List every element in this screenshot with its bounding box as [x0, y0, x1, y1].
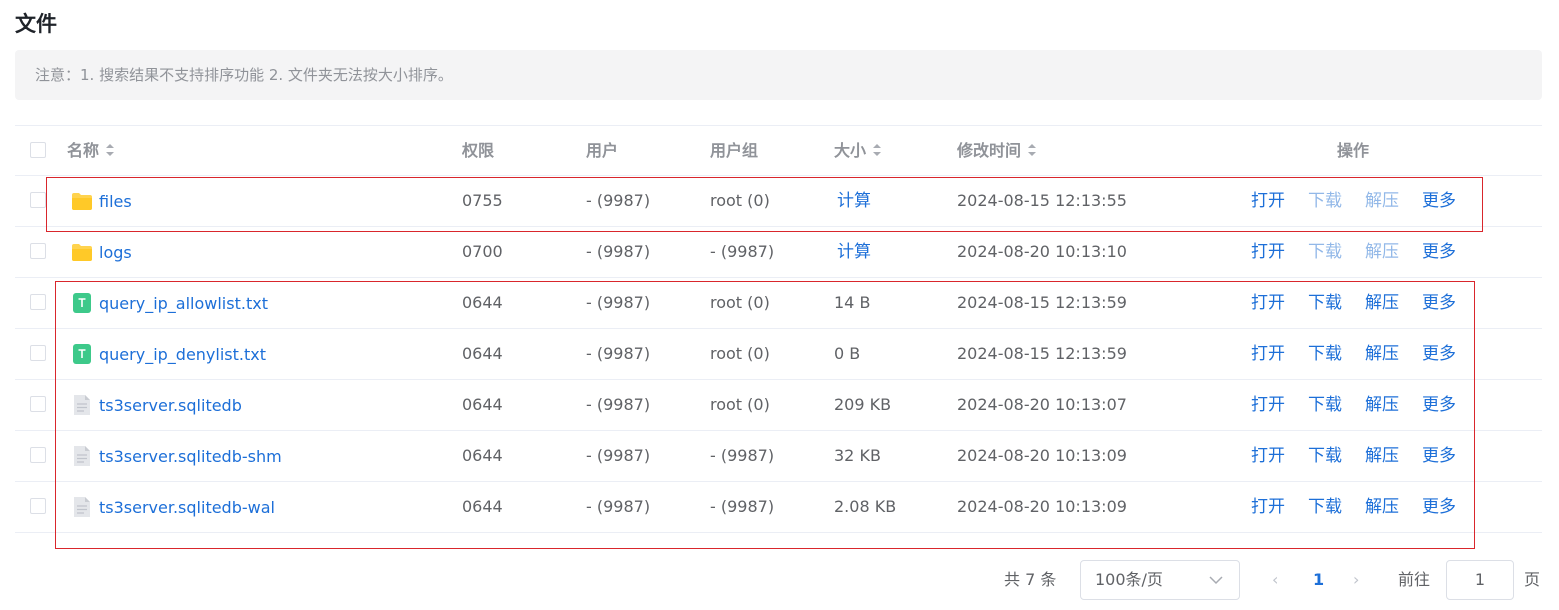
- row-checkbox[interactable]: [30, 396, 46, 412]
- pagination-total: 共 7 条: [1004, 570, 1057, 589]
- row-checkbox[interactable]: [30, 243, 46, 259]
- row-actions: 打开 下载 解压 更多: [1251, 227, 1479, 277]
- page-size-select[interactable]: 100条/页: [1080, 560, 1240, 600]
- page-size-value: 100条/页: [1095, 570, 1163, 589]
- mtime-cell: 2024-08-20 10:13:10: [957, 242, 1127, 261]
- column-header-ops: 操作: [1337, 141, 1370, 160]
- user-cell: - (9987): [586, 242, 651, 261]
- notice-banner: 注意：1. 搜索结果不支持排序功能 2. 文件夹无法按大小排序。: [15, 50, 1542, 100]
- row-checkbox[interactable]: [30, 294, 46, 310]
- goto-page-input[interactable]: 1: [1446, 560, 1514, 600]
- column-header-group: 用户组: [710, 141, 759, 160]
- group-cell: - (9987): [710, 242, 775, 261]
- table-header: 名称 权限 用户 用户组 大小 修改时间 操作: [15, 125, 1542, 176]
- row-checkbox[interactable]: [30, 498, 46, 514]
- file-name-cell[interactable]: logs: [71, 227, 132, 277]
- sort-icon[interactable]: [105, 142, 115, 158]
- sort-icon[interactable]: [1027, 142, 1037, 158]
- column-header-perm: 权限: [462, 141, 495, 160]
- prev-page-button[interactable]: ‹: [1272, 560, 1278, 600]
- goto-label: 前往: [1398, 570, 1431, 589]
- perm-cell: 0700: [462, 242, 503, 261]
- select-all-checkbox[interactable]: [30, 142, 46, 158]
- chevron-down-icon: [1209, 576, 1223, 585]
- column-header-name[interactable]: 名称: [67, 126, 115, 176]
- highlight-box-files: [55, 281, 1475, 549]
- highlight-box-folders: [46, 177, 1483, 232]
- folder-icon: [71, 241, 93, 263]
- page-suffix: 页: [1524, 570, 1541, 589]
- column-header-size[interactable]: 大小: [834, 126, 882, 176]
- more-link[interactable]: 更多: [1422, 227, 1479, 277]
- table-row[interactable]: logs 0700 - (9987) - (9987) 计算 2024-08-20 10:…: [15, 227, 1542, 278]
- open-link[interactable]: 打开: [1251, 227, 1308, 277]
- column-header-mtime[interactable]: 修改时间: [957, 126, 1037, 176]
- next-page-button[interactable]: ›: [1353, 560, 1359, 600]
- page-title: 文件: [15, 12, 57, 36]
- page-number-current[interactable]: 1: [1313, 560, 1324, 600]
- sort-icon[interactable]: [872, 142, 882, 158]
- download-link[interactable]: 下载: [1308, 227, 1365, 277]
- column-header-user: 用户: [586, 141, 619, 160]
- row-checkbox[interactable]: [30, 447, 46, 463]
- extract-link[interactable]: 解压: [1365, 227, 1422, 277]
- calc-size-link[interactable]: 计算: [837, 227, 871, 277]
- file-name-link[interactable]: logs: [99, 243, 132, 262]
- row-checkbox[interactable]: [30, 192, 46, 208]
- row-checkbox[interactable]: [30, 345, 46, 361]
